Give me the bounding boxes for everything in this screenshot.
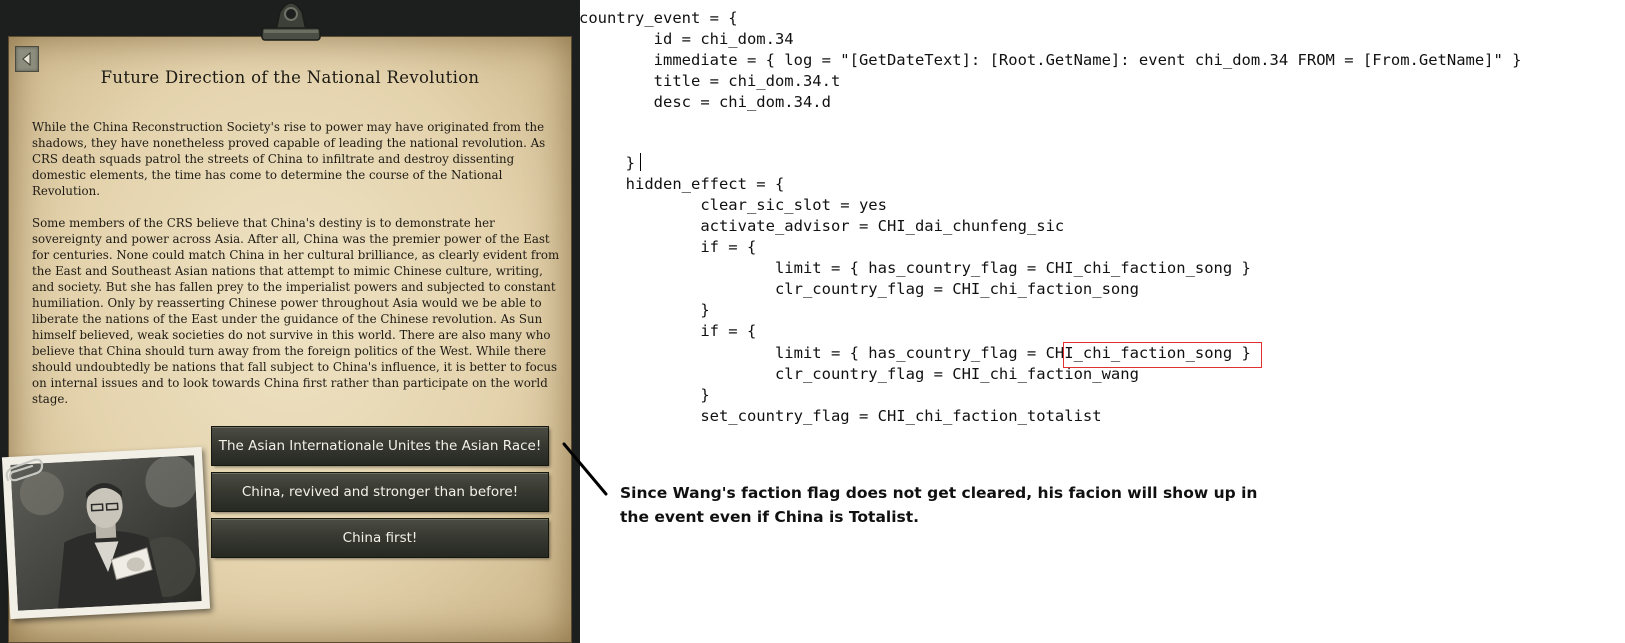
event-window: Future Direction of the National Revolut… — [0, 0, 580, 643]
code-line: if = { — [579, 238, 757, 256]
event-description-paragraph: While the China Reconstruction Society's… — [32, 120, 546, 198]
event-description-paragraph: Some members of the CRS believe that Chi… — [32, 216, 560, 406]
event-title: Future Direction of the National Revolut… — [100, 68, 480, 87]
code-line: } — [579, 154, 635, 172]
code-line: title = chi_dom.34.t — [579, 72, 841, 90]
highlight-box — [1063, 342, 1262, 368]
code-line: immediate = { log = "[GetDateText]: [Roo… — [579, 51, 1522, 69]
annotation-text: Since Wang's faction flag does not get c… — [620, 484, 1258, 526]
paperclip-icon — [4, 458, 44, 492]
code-line: limit = { has_country_flag = CHI_chi_fac… — [579, 259, 1251, 277]
annotation-pointer-line — [562, 442, 608, 496]
code-line: activate_advisor = CHI_dai_chunfeng_sic — [579, 217, 1065, 235]
code-line: clear_sic_slot = yes — [579, 196, 887, 214]
code-line: } — [579, 386, 710, 404]
back-button[interactable] — [15, 46, 39, 72]
code-line: set_country_flag = CHI_chi_faction_total… — [579, 407, 1102, 425]
code-line: desc = chi_dom.34.d — [579, 93, 831, 111]
option-button-asian-internationale[interactable]: The Asian Internationale Unites the Asia… — [212, 427, 548, 465]
option-button-china-revived[interactable]: China, revived and stronger than before! — [212, 473, 548, 511]
back-arrow-icon — [22, 52, 31, 66]
code-line: country_event = { — [579, 9, 738, 27]
text-cursor — [640, 153, 641, 171]
code-line: hidden_effect = { — [579, 175, 785, 193]
code-line: } — [579, 301, 710, 319]
code-line: if = { — [579, 322, 757, 340]
clipboard-clip-icon — [256, 0, 326, 44]
code-line: clr_country_flag = CHI_chi_faction_song — [579, 280, 1139, 298]
code-line: id = chi_dom.34 — [579, 30, 794, 48]
code-line: clr_country_flag = CHI_chi_faction_wang — [579, 365, 1139, 383]
option-button-china-first[interactable]: China first! — [212, 519, 548, 557]
